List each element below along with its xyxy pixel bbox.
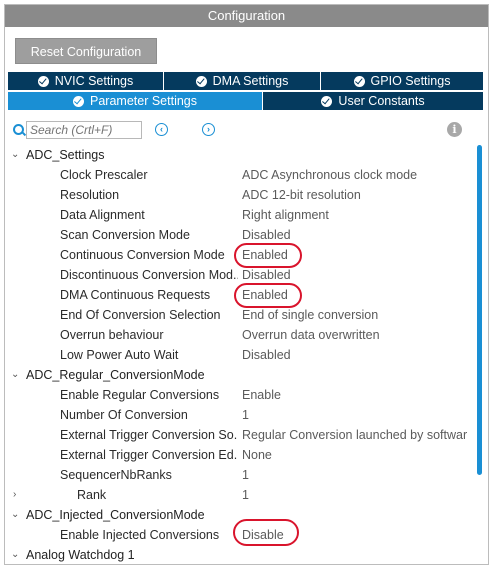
param-value[interactable]: Disabled	[242, 345, 467, 365]
param-name: Scan Conversion Mode	[60, 228, 190, 242]
param-value[interactable]: Right alignment	[242, 205, 467, 225]
search-next-button[interactable]: ›	[202, 123, 215, 136]
highlight-circle	[234, 243, 302, 268]
param-value[interactable]: Disabled	[242, 265, 467, 285]
configuration-panel: Configuration Reset Configuration NVIC S…	[4, 4, 489, 565]
tab-dma-settings[interactable]: DMA Settings	[164, 72, 321, 90]
param-row[interactable]: Scan Conversion Mode Disabled	[5, 225, 463, 245]
param-name: Overrun behaviour	[60, 328, 164, 342]
param-row[interactable]: Number Of Conversion 1	[5, 405, 463, 425]
group-label: ADC_Settings	[26, 148, 105, 162]
param-name: Clock Prescaler	[60, 168, 148, 182]
param-row[interactable]: Enable Regular Conversions Enable	[5, 385, 463, 405]
param-name: Low Power Auto Wait	[60, 348, 179, 362]
param-row[interactable]: External Trigger Conversion Ed... None	[5, 445, 463, 465]
param-name: External Trigger Conversion Ed...	[60, 448, 238, 462]
tab-gpio-settings[interactable]: GPIO Settings	[321, 72, 483, 90]
search-toolbar: ‹ › i	[5, 119, 488, 141]
param-row[interactable]: Resolution ADC 12-bit resolution	[5, 185, 463, 205]
tab-user-constants[interactable]: User Constants	[263, 92, 483, 110]
param-name: Number Of Conversion	[60, 408, 188, 422]
chevron-down-icon[interactable]: ⌄	[11, 145, 21, 165]
chevron-down-icon[interactable]: ⌄	[11, 365, 21, 385]
check-icon	[353, 75, 365, 87]
tree-group-analog-watchdog-1[interactable]: ⌄ Analog Watchdog 1	[5, 545, 463, 564]
param-name: DMA Continuous Requests	[60, 288, 211, 302]
param-value[interactable]: ADC Asynchronous clock mode	[242, 165, 467, 185]
param-name: Continuous Conversion Mode	[60, 248, 225, 262]
param-name: End Of Conversion Selection	[60, 308, 221, 322]
param-row[interactable]: Data Alignment Right alignment	[5, 205, 463, 225]
check-icon	[73, 95, 84, 107]
chevron-down-icon[interactable]: ⌄	[11, 545, 21, 564]
param-row[interactable]: Clock Prescaler ADC Asynchronous clock m…	[5, 165, 463, 185]
param-row-rank[interactable]: › Rank 1	[5, 485, 463, 505]
tabs-top-row: NVIC Settings DMA Settings GPIO Settings	[8, 72, 483, 90]
check-icon	[195, 75, 207, 87]
search-icon	[13, 124, 24, 135]
param-row[interactable]: Discontinuous Conversion Mod... Disabled	[5, 265, 463, 285]
highlight-circle	[233, 519, 299, 546]
param-value[interactable]: End of single conversion	[242, 305, 467, 325]
param-row[interactable]: External Trigger Conversion So... Regula…	[5, 425, 467, 445]
param-row[interactable]: End Of Conversion Selection End of singl…	[5, 305, 463, 325]
tab-label: Parameter Settings	[90, 94, 197, 108]
group-label: ADC_Injected_ConversionMode	[26, 508, 205, 522]
param-value[interactable]: Enable	[242, 385, 467, 405]
param-value[interactable]: ADC 12-bit resolution	[242, 185, 467, 205]
chevron-down-icon[interactable]: ⌄	[11, 505, 21, 525]
tree-group-adc-regular-conversion-mode[interactable]: ⌄ ADC_Regular_ConversionMode	[5, 365, 463, 385]
vertical-scrollbar[interactable]	[477, 145, 482, 475]
tab-label: GPIO Settings	[370, 74, 451, 88]
param-value[interactable]: Disabled	[242, 225, 467, 245]
param-value[interactable]: 1	[242, 485, 467, 505]
tab-label: DMA Settings	[212, 74, 289, 88]
group-label: ADC_Regular_ConversionMode	[26, 368, 205, 382]
reset-configuration-button[interactable]: Reset Configuration	[15, 38, 157, 64]
check-icon	[321, 95, 333, 107]
param-name: Rank	[77, 488, 107, 502]
highlight-circle	[234, 283, 302, 308]
tab-parameter-settings[interactable]: Parameter Settings	[8, 92, 263, 110]
search-input[interactable]	[26, 121, 142, 139]
param-value[interactable]: None	[242, 445, 467, 465]
param-value[interactable]: Regular Conversion launched by softwar..…	[242, 425, 467, 445]
param-value[interactable]: Overrun data overwritten	[242, 325, 467, 345]
param-name: Enable Injected Conversions	[60, 528, 220, 542]
tree-group-adc-settings[interactable]: ⌄ ADC_Settings	[5, 145, 463, 165]
check-icon	[37, 75, 49, 87]
info-icon[interactable]: i	[447, 122, 462, 137]
panel-title: Configuration	[5, 5, 488, 27]
param-name: Resolution	[60, 188, 120, 202]
param-value[interactable]: 1	[242, 405, 467, 425]
chevron-right-icon[interactable]: ›	[13, 485, 23, 505]
param-name: External Trigger Conversion So...	[60, 428, 238, 442]
param-row[interactable]: Overrun behaviour Overrun data overwritt…	[5, 325, 463, 345]
tabs-bottom-row: Parameter Settings User Constants	[8, 92, 483, 110]
param-value[interactable]: 1	[242, 465, 467, 485]
tab-nvic-settings[interactable]: NVIC Settings	[8, 72, 164, 90]
param-name: Discontinuous Conversion Mod...	[60, 268, 238, 282]
search-previous-button[interactable]: ‹	[155, 123, 168, 136]
param-name: SequencerNbRanks	[60, 468, 172, 482]
param-name: Enable Regular Conversions	[60, 388, 220, 402]
tab-label: NVIC Settings	[54, 74, 134, 88]
group-label: Analog Watchdog 1	[26, 548, 135, 562]
tree-group-adc-injected-conversion-mode[interactable]: ⌄ ADC_Injected_ConversionMode	[5, 505, 463, 525]
tab-label: User Constants	[338, 94, 425, 108]
param-row[interactable]: SequencerNbRanks 1	[5, 465, 463, 485]
param-row[interactable]: Low Power Auto Wait Disabled	[5, 345, 463, 365]
param-name: Data Alignment	[60, 208, 145, 222]
